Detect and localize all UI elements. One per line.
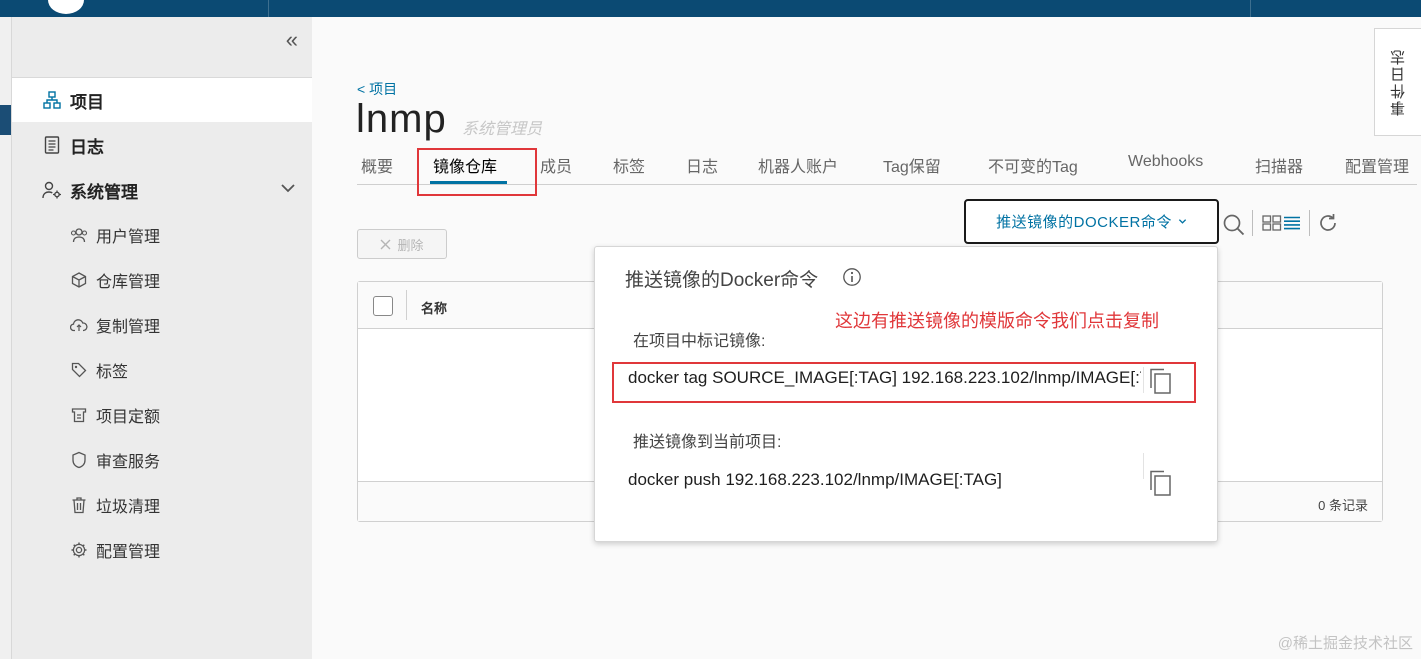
log-icon xyxy=(42,135,62,155)
sidebar-item-label: 日志 xyxy=(70,137,104,157)
tab-configuration[interactable]: 配置管理 xyxy=(1345,153,1409,177)
tab-labels[interactable]: 标签 xyxy=(613,153,645,177)
toolbar-divider xyxy=(1252,210,1253,236)
copy-push-command-icon[interactable] xyxy=(1147,469,1173,497)
sidebar-item-label: 系统管理 xyxy=(70,182,138,202)
sidebar-subitem-configuration[interactable]: 配置管理 xyxy=(12,530,312,570)
push-command-label: 推送镜像的DOCKER命令 xyxy=(996,214,1172,231)
sidebar-subitem-replication[interactable]: 复制管理 xyxy=(12,305,312,345)
header-divider xyxy=(1250,0,1251,17)
sidebar-subitem-label: 仓库管理 xyxy=(96,274,161,291)
sidebar-subitem-label: 配置管理 xyxy=(96,544,161,561)
popover-title: 推送镜像的Docker命令 xyxy=(625,270,819,291)
sidebar-item-label: 项目 xyxy=(70,92,104,112)
collapse-sidebar-icon[interactable]: « xyxy=(286,27,298,53)
tab-members[interactable]: 成员 xyxy=(540,153,572,177)
sidebar-subitem-label: 用户管理 xyxy=(96,229,161,246)
quota-icon xyxy=(70,406,88,424)
back-to-projects-link[interactable]: < 项目 xyxy=(357,79,397,99)
card-view-icon[interactable] xyxy=(1262,215,1282,236)
tab-scanner[interactable]: 扫描器 xyxy=(1255,153,1303,177)
refresh-icon[interactable] xyxy=(1317,212,1339,239)
chevron-down-icon[interactable] xyxy=(280,180,296,201)
sidebar-item-logs[interactable]: 日志 xyxy=(12,123,312,167)
sidebar-subitem-label: 项目定额 xyxy=(96,409,161,426)
shield-icon xyxy=(70,451,88,469)
sidebar-subitem-label: 标签 xyxy=(96,364,129,381)
tag-command-label: 在项目中标记镜像: xyxy=(633,333,766,350)
delete-label: 删除 xyxy=(397,237,424,253)
window-edge-strip xyxy=(0,17,12,659)
event-log-label: 事件日志 xyxy=(1389,48,1407,116)
tab-webhooks[interactable]: Webhooks xyxy=(1128,153,1203,171)
event-log-panel-toggle[interactable]: 事件日志 xyxy=(1374,28,1421,136)
sidebar-subitem-interrogation[interactable]: 审查服务 xyxy=(12,440,312,480)
list-view-icon[interactable] xyxy=(1283,216,1301,235)
annotation-text: 这边有推送镜像的模版命令我们点击复制 xyxy=(835,311,1159,331)
sidebar-item-projects[interactable]: 项目 xyxy=(12,78,312,122)
tab-immutable-tag[interactable]: 不可变的Tag xyxy=(988,153,1078,177)
registry-icon xyxy=(70,271,88,289)
users-icon xyxy=(70,226,88,244)
sidebar-item-system-admin[interactable]: 系统管理 xyxy=(12,168,312,212)
tab-logs[interactable]: 日志 xyxy=(686,153,718,177)
sidebar-subitem-garbage-collection[interactable]: 垃圾清理 xyxy=(12,485,312,525)
push-command-dropdown-button[interactable]: 推送镜像的DOCKER命令 xyxy=(964,199,1219,244)
sidebar-subitem-label: 审查服务 xyxy=(96,454,161,471)
select-all-checkbox[interactable] xyxy=(373,296,393,316)
role-label: 系统管理员 xyxy=(462,121,543,138)
column-divider xyxy=(406,290,407,320)
sidebar-subitem-registries[interactable]: 仓库管理 xyxy=(12,260,312,300)
project-icon xyxy=(42,90,62,110)
tag-icon xyxy=(70,361,88,379)
toolbar-divider xyxy=(1309,210,1310,236)
window-edge-mark xyxy=(0,105,11,135)
sidebar-subitem-labels[interactable]: 标签 xyxy=(12,350,312,390)
tab-robot-accounts[interactable]: 机器人账户 xyxy=(758,153,838,177)
header-divider xyxy=(268,0,269,17)
sidebar-subitem-label: 复制管理 xyxy=(96,319,161,336)
delete-button[interactable]: 删除 xyxy=(357,229,447,259)
command-divider xyxy=(1143,453,1144,479)
record-count: 0 条记录 xyxy=(1318,498,1368,513)
sidebar-subitem-quotas[interactable]: 项目定额 xyxy=(12,395,312,435)
tab-tag-retention[interactable]: Tag保留 xyxy=(883,153,941,177)
replication-icon xyxy=(70,316,88,334)
page-title: lnmp xyxy=(356,97,447,141)
sidebar-subitem-label: 垃圾清理 xyxy=(96,499,161,516)
top-header-bar xyxy=(0,0,1421,17)
search-icon[interactable] xyxy=(1222,213,1246,242)
chevron-down-icon xyxy=(1178,217,1187,226)
gear-icon xyxy=(70,541,88,559)
system-admin-icon xyxy=(42,180,62,200)
column-header-name[interactable]: 名称 xyxy=(421,298,447,317)
push-command-label: 推送镜像到当前项目: xyxy=(633,434,782,451)
tab-summary[interactable]: 概要 xyxy=(361,153,393,177)
vmware-logo xyxy=(48,0,84,14)
info-icon[interactable] xyxy=(842,267,862,287)
annotation-highlight-box xyxy=(417,148,537,196)
watermark: @稀土掘金技术社区 xyxy=(1277,635,1413,652)
close-icon xyxy=(380,239,391,250)
sidebar: « 项目 日志 系统管理 用户管理 仓库管理 复制管理 标签 项目定额 审查服务… xyxy=(12,17,312,659)
push-command-popover: 推送镜像的Docker命令 这边有推送镜像的模版命令我们点击复制 在项目中标记镜… xyxy=(594,246,1218,542)
push-command-text: docker push 192.168.223.102/lnmp/IMAGE[:… xyxy=(628,470,1002,489)
trash-icon xyxy=(70,496,88,514)
annotation-highlight-box xyxy=(612,362,1196,403)
main-content: < 项目 lnmp 系统管理员 概要 镜像仓库 成员 标签 日志 机器人账户 T… xyxy=(312,17,1421,659)
sidebar-subitem-users[interactable]: 用户管理 xyxy=(12,215,312,255)
